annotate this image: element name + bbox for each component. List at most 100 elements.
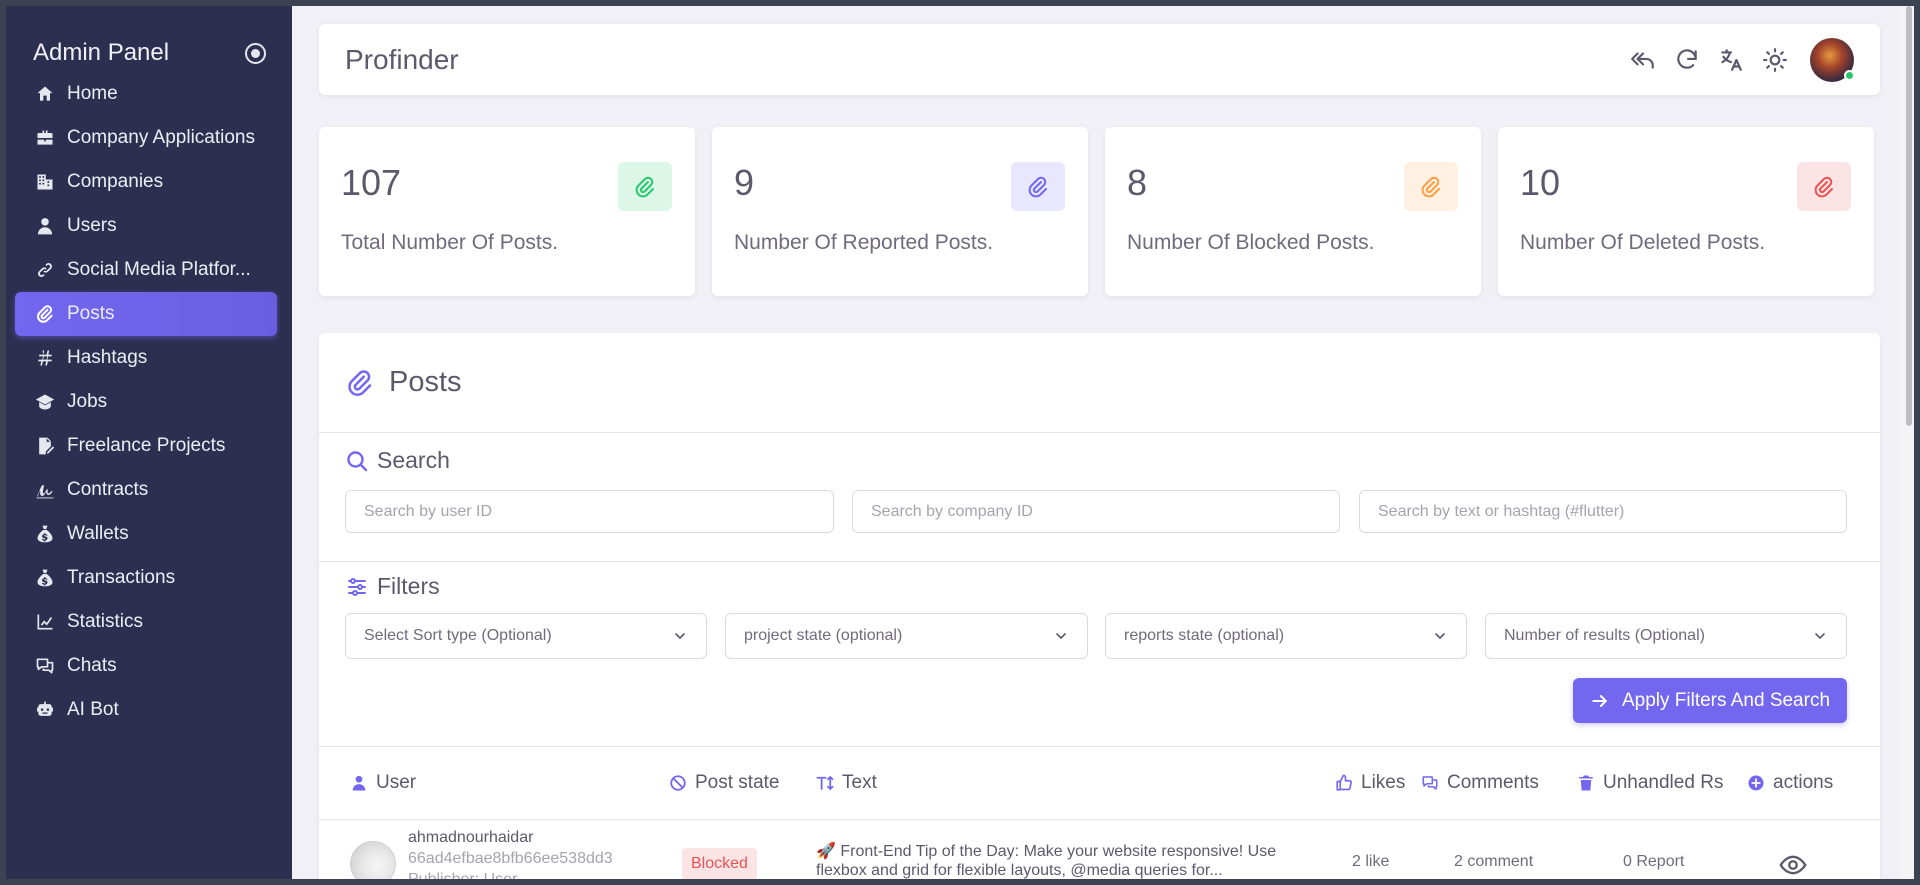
apply-filters-button[interactable]: Apply Filters And Search (1573, 678, 1847, 723)
sidebar-item-home[interactable]: Home (15, 72, 277, 116)
sidebar-item-wallets[interactable]: Wallets (15, 512, 277, 556)
sidebar-item-label: Contracts (67, 479, 149, 500)
sort-type-select[interactable]: Select Sort type (Optional) (345, 613, 707, 659)
column-label: Comments (1447, 772, 1539, 793)
row-user-id: 66ad4efbae8bfb66ee538dd3 (408, 850, 613, 867)
column-header-comments[interactable]: Comments (1421, 772, 1539, 794)
briefcase-icon (33, 126, 57, 150)
sidebar-item-statistics[interactable]: Statistics (15, 600, 277, 644)
sidebar-item-label: Chats (67, 655, 117, 676)
money-bag-icon (33, 566, 57, 590)
filters-section-title: Filters (345, 573, 440, 600)
stat-card-deleted-posts: 10 Number Of Deleted Posts. (1498, 127, 1874, 296)
row-likes: 2 like (1352, 853, 1390, 870)
posts-header: Posts (319, 333, 1880, 433)
status-badge: Blocked (682, 848, 757, 879)
collapse-toggle-icon[interactable] (245, 42, 266, 64)
reports-state-select[interactable]: reports state (optional) (1105, 613, 1467, 659)
chevron-down-icon (1056, 633, 1066, 639)
paperclip-icon (618, 162, 672, 211)
ban-icon (670, 775, 686, 791)
thumbs-up-icon (1336, 774, 1352, 791)
scrollbar-thumb[interactable] (1906, 6, 1912, 426)
graduation-cap-icon (33, 390, 57, 414)
posts-title: Posts (389, 366, 462, 398)
sidebar-item-label: Social Media Platfor... (67, 259, 251, 280)
column-header-text[interactable]: Text (816, 772, 877, 794)
row-username: ahmadnourhaidar (408, 829, 534, 846)
avatar[interactable] (350, 841, 396, 879)
results-count-select[interactable]: Number of results (Optional) (1485, 613, 1847, 659)
arrow-right-icon (1592, 694, 1607, 707)
stat-label: Number Of Deleted Posts. (1520, 231, 1766, 254)
topbar-actions (1614, 37, 1855, 82)
stat-value: 9 (734, 162, 755, 203)
sun-icon[interactable] (1760, 45, 1790, 75)
avatar[interactable] (1810, 37, 1855, 82)
stat-label: Number Of Reported Posts. (734, 231, 994, 254)
filters-title: Filters (377, 573, 440, 599)
stat-card-reported-posts: 9 Number Of Reported Posts. (712, 127, 1088, 296)
paperclip-icon (1011, 162, 1065, 211)
sidebar-item-contracts[interactable]: Contracts (15, 468, 277, 512)
home-icon (33, 82, 57, 106)
sidebar: Admin Panel Home Company Applications Comp… (6, 6, 292, 879)
sidebar-item-companies[interactable]: Companies (15, 160, 277, 204)
user-icon (33, 214, 57, 238)
search-section-title: Search (345, 447, 450, 474)
sidebar-item-label: Posts (67, 303, 115, 324)
search-user-id-input[interactable] (345, 490, 834, 533)
building-icon (33, 170, 57, 194)
comments-icon (1422, 776, 1438, 790)
sidebar-item-jobs[interactable]: Jobs (15, 380, 277, 424)
view-eye-icon[interactable] (1779, 851, 1807, 879)
column-header-user[interactable]: User (350, 772, 416, 794)
stat-label: Number Of Blocked Posts. (1127, 231, 1375, 254)
search-company-id-input[interactable] (852, 490, 1340, 533)
stat-label: Total Number Of Posts. (341, 231, 559, 254)
search-title: Search (377, 447, 450, 473)
stat-value: 8 (1127, 162, 1148, 203)
refresh-icon[interactable] (1672, 45, 1702, 75)
sidebar-title: Admin Panel (33, 39, 170, 66)
page-scrollbar[interactable] (1900, 6, 1914, 879)
reply-all-icon[interactable] (1628, 45, 1658, 75)
sidebar-item-chats[interactable]: Chats (15, 644, 277, 688)
column-label: Likes (1361, 772, 1406, 793)
sidebar-item-posts[interactable]: Posts (15, 292, 277, 336)
column-label: Text (842, 772, 877, 793)
sidebar-item-freelance-projects[interactable]: Freelance Projects (15, 424, 277, 468)
stat-card-blocked-posts: 8 Number Of Blocked Posts. (1105, 127, 1481, 296)
divider (319, 746, 1880, 747)
stat-card-total-posts: 107 Total Number Of Posts. (319, 127, 695, 296)
sidebar-item-users[interactable]: Users (15, 204, 277, 248)
results-count-value: Number of results (Optional) (1504, 627, 1705, 644)
column-header-likes[interactable]: Likes (1335, 772, 1405, 794)
paperclip-icon (1797, 162, 1851, 211)
app-frame: Admin Panel Home Company Applications Comp… (6, 6, 1914, 879)
search-text-input[interactable] (1359, 490, 1847, 533)
stat-value: 107 (341, 162, 402, 203)
sidebar-item-hashtags[interactable]: Hashtags (15, 336, 277, 380)
chat-icon (33, 654, 57, 678)
chevron-down-icon (1815, 633, 1825, 639)
text-height-icon (816, 775, 834, 791)
sidebar-item-label: Company Applications (67, 127, 255, 148)
chevron-down-icon (675, 633, 685, 639)
row-text-line-1: 🚀 Front-End Tip of the Day: Make your we… (816, 843, 1277, 860)
sidebar-item-transactions[interactable]: Transactions (15, 556, 277, 600)
sidebar-item-company-applications[interactable]: Company Applications (15, 116, 277, 160)
translate-icon[interactable] (1716, 45, 1746, 75)
search-icon (347, 450, 368, 471)
column-header-unhandled-reports[interactable]: Unhandled Rs (1577, 772, 1723, 794)
online-status-dot (1844, 69, 1855, 81)
project-state-value: project state (optional) (744, 627, 903, 644)
column-header-post-state[interactable]: Post state (669, 772, 780, 794)
divider (319, 561, 1880, 562)
sidebar-item-social-media-platfor[interactable]: Social Media Platfor... (15, 248, 277, 292)
project-state-select[interactable]: project state (optional) (725, 613, 1088, 659)
column-header-actions[interactable]: actions (1747, 772, 1833, 794)
sidebar-item-ai-bot[interactable]: AI Bot (15, 688, 277, 732)
sort-type-value: Select Sort type (Optional) (364, 627, 552, 644)
row-publisher: Publisher: User (408, 871, 517, 879)
